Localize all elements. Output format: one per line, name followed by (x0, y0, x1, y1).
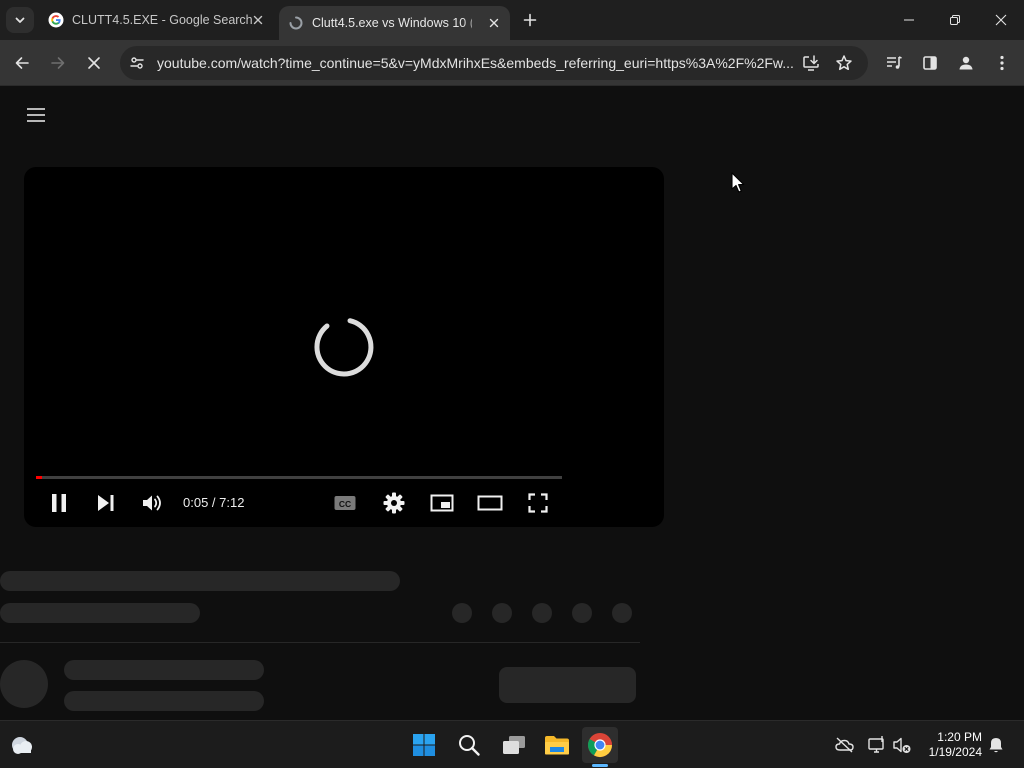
action-placeholder (612, 603, 632, 623)
arrow-right-icon (50, 55, 66, 71)
miniplayer-button[interactable] (427, 488, 457, 518)
minimize-button[interactable] (886, 0, 932, 40)
install-app-icon[interactable] (802, 54, 820, 72)
volume-button[interactable] (138, 488, 168, 518)
clock-date: 1/19/2024 (928, 745, 982, 759)
tab-title: CLUTT4.5.EXE - Google Search (72, 13, 253, 27)
volume-high-icon (142, 493, 164, 513)
time-display: 0:05 / 7:12 (183, 495, 245, 510)
theater-mode-button[interactable] (475, 488, 505, 518)
close-window-button[interactable] (978, 0, 1024, 40)
windows-start-icon (412, 733, 436, 757)
plus-icon (523, 13, 537, 27)
fullscreen-button[interactable] (523, 488, 553, 518)
side-panel-icon (922, 55, 938, 71)
action-placeholder (492, 603, 512, 623)
close-icon (995, 14, 1007, 26)
mouse-cursor-icon (731, 172, 745, 194)
back-button[interactable] (6, 47, 38, 79)
new-tab-button[interactable] (518, 8, 542, 32)
close-tab-icon[interactable] (486, 15, 502, 31)
url-text[interactable]: youtube.com/watch?time_continue=5&v=yMdx… (157, 55, 794, 71)
clock-time: 1:20 PM (937, 730, 982, 744)
skip-next-icon (96, 494, 116, 512)
video-player[interactable]: 0:05 / 7:12 CC (24, 167, 664, 527)
action-placeholder (452, 603, 472, 623)
tab-search-button[interactable] (6, 7, 34, 33)
task-view-button[interactable] (496, 727, 532, 763)
theater-mode-icon (477, 495, 503, 511)
task-view-icon (501, 734, 527, 756)
tab-youtube-video[interactable]: Clutt4.5.exe vs Windows 10 (Do (279, 6, 510, 40)
divider (0, 642, 640, 643)
miniplayer-icon (430, 494, 454, 512)
forward-button[interactable] (42, 47, 74, 79)
site-info-icon[interactable] (129, 55, 145, 71)
address-bar[interactable]: youtube.com/watch?time_continue=5&v=yMdx… (120, 46, 868, 80)
pause-button[interactable] (44, 488, 74, 518)
side-panel-button[interactable] (914, 47, 946, 79)
profile-button[interactable] (950, 47, 982, 79)
loading-spinner-icon (310, 313, 378, 381)
volume-muted-icon[interactable] (892, 735, 912, 755)
tab-title: Clutt4.5.exe vs Windows 10 (Do (312, 16, 472, 30)
progress-bar[interactable] (36, 476, 562, 479)
weather-widget[interactable] (8, 731, 36, 759)
action-placeholder (532, 603, 552, 623)
onedrive-paused-icon[interactable] (835, 736, 855, 754)
close-tab-icon[interactable] (250, 12, 266, 28)
loading-spinner-icon (288, 15, 304, 31)
meta-placeholder (0, 603, 200, 623)
pause-icon (50, 493, 68, 513)
weather-cloud-icon (9, 734, 35, 756)
chevron-down-icon (14, 14, 26, 26)
notifications-bell-icon[interactable] (987, 736, 1005, 754)
settings-button[interactable] (379, 488, 409, 518)
arrow-left-icon (14, 55, 30, 71)
hamburger-menu-icon[interactable] (24, 105, 48, 125)
browser-menu-button[interactable] (986, 47, 1018, 79)
stop-loading-button[interactable] (78, 47, 110, 79)
media-controls-button[interactable] (878, 47, 910, 79)
system-clock[interactable]: 1:20 PM 1/19/2024 (929, 730, 982, 760)
chrome-icon (587, 732, 613, 758)
next-video-button[interactable] (91, 488, 121, 518)
restore-button[interactable] (932, 0, 978, 40)
subscribe-placeholder (499, 667, 636, 703)
channel-name-placeholder (64, 660, 264, 680)
bookmark-star-icon[interactable] (835, 54, 853, 72)
start-button[interactable] (406, 727, 442, 763)
chrome-taskbar-button[interactable] (582, 727, 618, 763)
closed-captions-icon: CC (333, 494, 357, 512)
taskbar-search-button[interactable] (451, 727, 487, 763)
active-app-indicator (592, 764, 608, 767)
kebab-menu-icon (1000, 55, 1004, 71)
channel-avatar-placeholder (0, 660, 48, 708)
tab-strip: CLUTT4.5.EXE - Google Search Clutt4.5.ex… (0, 0, 1024, 40)
gear-icon (383, 492, 405, 514)
google-g-icon (48, 12, 64, 28)
network-icon[interactable] (867, 735, 887, 755)
close-icon (87, 56, 101, 70)
captions-button[interactable]: CC (330, 488, 360, 518)
browser-toolbar: youtube.com/watch?time_continue=5&v=yMdx… (0, 40, 1024, 86)
folder-icon (544, 734, 570, 756)
minimize-icon (903, 14, 915, 26)
windows-taskbar: 1:20 PM 1/19/2024 (0, 720, 1024, 768)
progress-played (36, 476, 42, 479)
user-avatar-icon (957, 54, 975, 72)
svg-text:CC: CC (339, 499, 351, 509)
action-placeholder (572, 603, 592, 623)
search-icon (457, 733, 481, 757)
fullscreen-icon (528, 493, 548, 513)
restore-icon (949, 14, 961, 26)
file-explorer-button[interactable] (539, 727, 575, 763)
title-placeholder (0, 571, 400, 591)
channel-subs-placeholder (64, 691, 264, 711)
music-queue-icon (885, 54, 903, 72)
youtube-page: 0:05 / 7:12 CC (0, 87, 1024, 720)
tab-google-search[interactable]: CLUTT4.5.EXE - Google Search (40, 6, 274, 34)
